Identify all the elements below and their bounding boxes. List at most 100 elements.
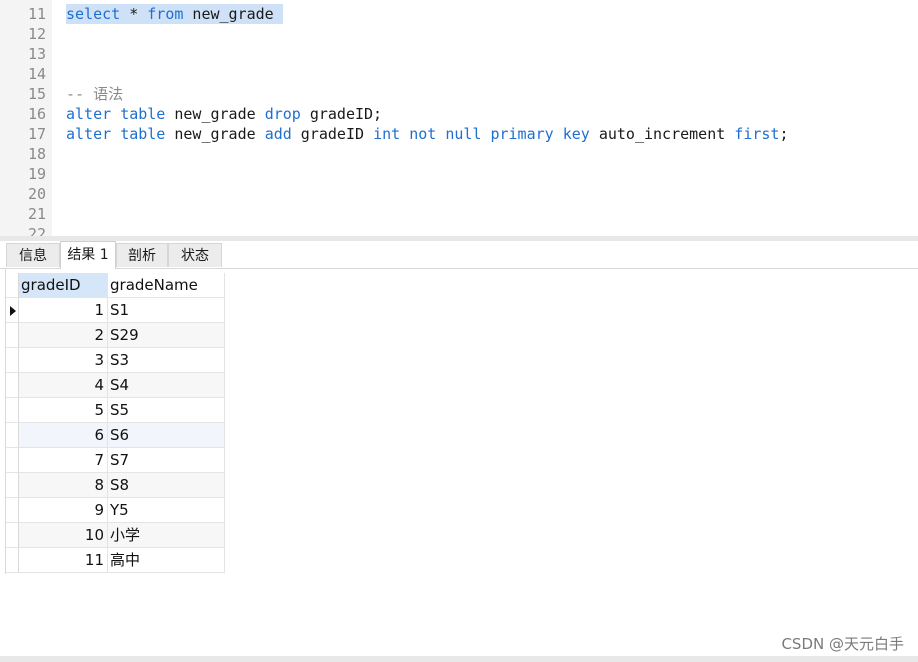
cell-gradeid[interactable]: 5 <box>19 398 108 423</box>
line-number: 22 <box>27 225 46 236</box>
code-line[interactable]: 13 <box>0 44 918 64</box>
status-bar <box>0 656 918 662</box>
row-selector[interactable] <box>6 398 19 423</box>
code-line[interactable]: 19 <box>0 164 918 184</box>
cell-gradeid[interactable]: 10 <box>19 523 108 548</box>
table-row[interactable]: 6 S6 <box>6 423 225 448</box>
cell-gradename[interactable]: Y5 <box>108 498 225 523</box>
cell-gradeid[interactable]: 1 <box>19 298 108 323</box>
cell-gradename[interactable]: S3 <box>108 348 225 373</box>
table-row[interactable]: 3 S3 <box>6 348 225 373</box>
sql-text: ; <box>779 125 789 143</box>
sql-keyword: alter <box>66 105 112 123</box>
cell-gradeid[interactable]: 9 <box>19 498 108 523</box>
row-selector[interactable] <box>6 298 19 323</box>
sql-keyword: primary <box>490 125 554 143</box>
table-row[interactable]: 7 S7 <box>6 448 225 473</box>
line-number: 21 <box>27 205 46 223</box>
sql-keyword: alter <box>66 125 112 143</box>
code-line[interactable]: 21 <box>0 204 918 224</box>
code-line[interactable]: 12 <box>0 24 918 44</box>
cell-gradename[interactable]: S4 <box>108 373 225 398</box>
row-selector[interactable] <box>6 373 19 398</box>
code-text: select * from new_grade <box>66 4 283 24</box>
code-line[interactable]: 15 -- 语法 <box>0 84 918 104</box>
table-row[interactable]: 11 高中 <box>6 548 225 573</box>
watermark: CSDN @天元白手 <box>781 635 904 653</box>
table-row[interactable]: 10 小学 <box>6 523 225 548</box>
code-line[interactable]: 16 alter table new_grade drop gradeID; <box>0 104 918 124</box>
table-row[interactable]: 5 S5 <box>6 398 225 423</box>
tab-profile[interactable]: 剖析 <box>116 243 168 267</box>
row-selector[interactable] <box>6 423 19 448</box>
code-line[interactable]: 20 <box>0 184 918 204</box>
row-selector[interactable] <box>6 473 19 498</box>
cell-gradeid[interactable]: 11 <box>19 548 108 573</box>
cell-gradename[interactable]: 高中 <box>108 548 225 573</box>
current-row-indicator-icon <box>10 306 16 316</box>
code-text: alter table new_grade drop gradeID; <box>66 104 382 124</box>
column-header-gradename[interactable]: gradeName <box>108 273 225 298</box>
row-selector[interactable] <box>6 448 19 473</box>
code-text: alter table new_grade add gradeID int no… <box>66 124 789 144</box>
cell-gradeid[interactable]: 7 <box>19 448 108 473</box>
table-row[interactable]: 1 S1 <box>6 298 225 323</box>
sql-keyword: add <box>264 125 292 143</box>
table-row[interactable]: 8 S8 <box>6 473 225 498</box>
cell-gradeid[interactable]: 3 <box>19 348 108 373</box>
row-selector[interactable] <box>6 348 19 373</box>
sql-text: * <box>120 5 148 23</box>
cell-gradeid[interactable]: 4 <box>19 373 108 398</box>
line-number: 20 <box>27 185 46 203</box>
line-number: 19 <box>27 165 46 183</box>
cell-gradename[interactable]: 小学 <box>108 523 225 548</box>
sql-keyword: drop <box>264 105 301 123</box>
line-number: 15 <box>27 85 46 103</box>
cell-gradename[interactable]: S1 <box>108 298 225 323</box>
sql-keyword: not <box>409 125 437 143</box>
sql-text: new_grade <box>165 105 265 123</box>
sql-keyword: select <box>66 5 121 23</box>
sql-editor[interactable]: 11 select * from new_grade 12 13 14 15 -- 语法 1… <box>0 0 918 236</box>
line-number: 11 <box>27 5 46 23</box>
tab-info[interactable]: 信息 <box>6 243 60 267</box>
cell-gradeid[interactable]: 8 <box>19 473 108 498</box>
sql-text: new_grade <box>165 125 265 143</box>
code-line[interactable]: 18 <box>0 144 918 164</box>
cell-gradeid[interactable]: 6 <box>19 423 108 448</box>
line-number: 14 <box>27 65 46 83</box>
cell-gradeid[interactable]: 2 <box>19 323 108 348</box>
row-selector[interactable] <box>6 323 19 348</box>
table-row[interactable]: 4 S4 <box>6 373 225 398</box>
row-selector[interactable] <box>6 498 19 523</box>
row-selector[interactable] <box>6 523 19 548</box>
grid-header-row: gradeID gradeName <box>6 273 225 298</box>
code-line[interactable]: 14 <box>0 64 918 84</box>
sql-keyword: null <box>445 125 482 143</box>
line-number: 16 <box>27 105 46 123</box>
line-number: 18 <box>27 145 46 163</box>
sql-text: gradeID <box>291 125 374 143</box>
tab-status[interactable]: 状态 <box>168 243 222 267</box>
sql-keyword: key <box>562 125 590 143</box>
cell-gradename[interactable]: S5 <box>108 398 225 423</box>
table-row[interactable]: 2 S29 <box>6 323 225 348</box>
cell-gradename[interactable]: S8 <box>108 473 225 498</box>
column-header-gradeid[interactable]: gradeID <box>19 273 108 298</box>
row-selector[interactable] <box>6 548 19 573</box>
cell-gradename[interactable]: S6 <box>108 423 225 448</box>
cell-gradename[interactable]: S7 <box>108 448 225 473</box>
row-selector-header <box>6 273 19 298</box>
table-row[interactable]: 9 Y5 <box>6 498 225 523</box>
tab-result-1[interactable]: 结果 1 <box>60 241 116 269</box>
code-line[interactable]: 22 <box>0 224 918 236</box>
code-line[interactable]: 17 alter table new_grade add gradeID int … <box>0 124 918 144</box>
result-tabbar: 信息 结果 1 剖析 状态 <box>0 241 918 269</box>
cell-gradename[interactable]: S29 <box>108 323 225 348</box>
code-line[interactable]: 11 select * from new_grade <box>0 4 918 24</box>
line-number: 13 <box>27 45 46 63</box>
